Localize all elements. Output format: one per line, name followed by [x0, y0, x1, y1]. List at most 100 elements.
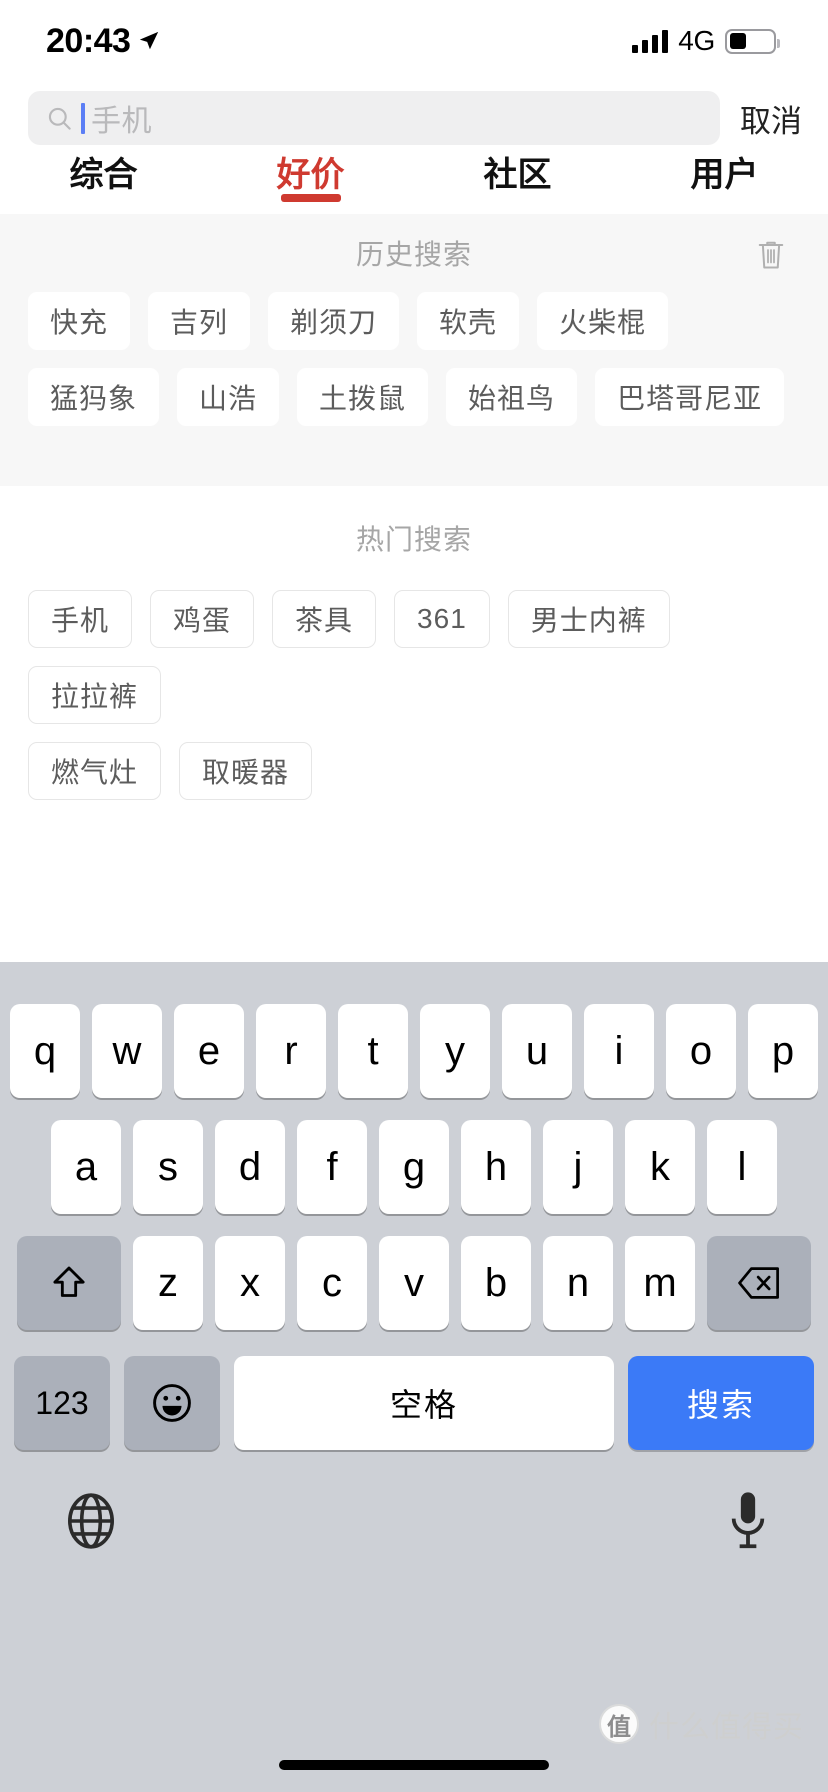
- tab-label: 综合: [69, 156, 138, 194]
- tab-label: 用户: [690, 156, 759, 194]
- key-k[interactable]: k: [625, 1120, 695, 1214]
- status-time: 20:43: [46, 21, 131, 60]
- key-u[interactable]: u: [502, 1004, 572, 1098]
- network-type-label: 4G: [678, 25, 715, 56]
- search-key[interactable]: 搜索: [628, 1356, 814, 1450]
- hot-tag[interactable]: 鸡蛋: [150, 590, 255, 648]
- search-bar: 手机 取消: [0, 82, 828, 154]
- tab-community[interactable]: 社区: [414, 154, 621, 196]
- keyboard-row-4: 123 空格 搜索: [0, 1330, 828, 1450]
- status-bar-left: 20:43: [46, 22, 160, 61]
- tab-underline: [488, 194, 548, 202]
- key-t[interactable]: t: [338, 1004, 408, 1098]
- history-tag[interactable]: 猛犸象: [28, 368, 160, 426]
- key-l[interactable]: l: [707, 1120, 777, 1214]
- space-key[interactable]: 空格: [234, 1356, 614, 1450]
- hot-tag[interactable]: 拉拉裤: [28, 666, 162, 724]
- hot-search-section: 热门搜索 手机 鸡蛋 茶具 361 男士内裤 拉拉裤 燃气灶 取暖器: [0, 486, 828, 818]
- hot-tag[interactable]: 燃气灶: [28, 742, 162, 800]
- keyboard-row-2: a s d f g h j k l: [0, 1098, 828, 1214]
- history-tag[interactable]: 快充: [28, 292, 131, 350]
- key-p[interactable]: p: [748, 1004, 818, 1098]
- key-a[interactable]: a: [51, 1120, 121, 1214]
- signal-bars-icon: [632, 29, 669, 53]
- key-h[interactable]: h: [461, 1120, 531, 1214]
- key-b[interactable]: b: [461, 1236, 531, 1330]
- numbers-key[interactable]: 123: [14, 1356, 110, 1450]
- history-search-section: 历史搜索 快充 吉列 剃须刀 软壳 火柴棍 猛犸象 山浩 土拨鼠 始祖鸟 巴塔哥…: [0, 214, 828, 486]
- status-bar-right: 4G: [632, 25, 780, 57]
- history-tag[interactable]: 始祖鸟: [446, 368, 578, 426]
- text-caret: [81, 102, 85, 134]
- tab-comprehensive[interactable]: 综合: [0, 154, 207, 196]
- search-input[interactable]: 手机: [28, 91, 720, 145]
- home-indicator[interactable]: [279, 1760, 549, 1770]
- tab-underline-active: [280, 194, 341, 202]
- tab-underline: [695, 194, 755, 202]
- battery-icon: [725, 28, 780, 54]
- key-r[interactable]: r: [256, 1004, 326, 1098]
- history-tag[interactable]: 软壳: [417, 292, 520, 350]
- keyboard-row-3: z x c v b n m: [0, 1214, 828, 1330]
- key-q[interactable]: q: [10, 1004, 80, 1098]
- hot-tag-row-1: 手机 鸡蛋 茶具 361 男士内裤 拉拉裤: [0, 590, 828, 724]
- hot-tag[interactable]: 茶具: [272, 590, 377, 648]
- keyboard-bottom-row: [0, 1450, 828, 1552]
- key-v[interactable]: v: [379, 1236, 449, 1330]
- key-e[interactable]: e: [174, 1004, 244, 1098]
- watermark: 值 什么值得买: [599, 1702, 804, 1746]
- history-tag[interactable]: 山浩: [177, 368, 280, 426]
- app-screen: 20:43 4G 手机 取消 综合 好价 社区 用户 历史搜索 快充 吉列 剃须…: [0, 0, 828, 1792]
- hot-tag[interactable]: 取暖器: [179, 742, 313, 800]
- hot-header: 热门搜索: [0, 486, 828, 590]
- tab-users[interactable]: 用户: [621, 154, 828, 196]
- key-c[interactable]: c: [297, 1236, 367, 1330]
- tab-label: 社区: [483, 156, 552, 194]
- shift-icon: [53, 1266, 85, 1297]
- key-s[interactable]: s: [133, 1120, 203, 1214]
- tab-underline: [74, 194, 134, 202]
- watermark-text: 什么值得买: [649, 1711, 804, 1744]
- key-d[interactable]: d: [215, 1120, 285, 1214]
- history-tag-row-2: 猛犸象 山浩 土拨鼠 始祖鸟 巴塔哥尼亚: [0, 368, 828, 426]
- history-header: 历史搜索: [0, 214, 828, 292]
- history-tag[interactable]: 巴塔哥尼亚: [595, 368, 785, 426]
- history-tag-row-1: 快充 吉列 剃须刀 软壳 火柴棍: [0, 292, 828, 350]
- tab-bar: 综合 好价 社区 用户: [0, 154, 828, 214]
- backspace-key[interactable]: [707, 1236, 811, 1330]
- key-g[interactable]: g: [379, 1120, 449, 1214]
- trash-icon[interactable]: [756, 238, 786, 272]
- hot-tag[interactable]: 361: [394, 590, 490, 648]
- status-bar: 20:43 4G: [0, 0, 828, 82]
- shift-key[interactable]: [17, 1236, 121, 1330]
- key-m[interactable]: m: [625, 1236, 695, 1330]
- cancel-button[interactable]: 取消: [736, 96, 806, 141]
- hot-tag[interactable]: 男士内裤: [507, 590, 670, 648]
- backspace-icon: [738, 1267, 779, 1299]
- on-screen-keyboard: q w e r t y u i o p a s d f g h j k l z …: [0, 962, 828, 1792]
- key-o[interactable]: o: [666, 1004, 736, 1098]
- key-x[interactable]: x: [215, 1236, 285, 1330]
- key-w[interactable]: w: [92, 1004, 162, 1098]
- emoji-key[interactable]: [124, 1356, 220, 1450]
- search-icon: [48, 107, 71, 130]
- key-f[interactable]: f: [297, 1120, 367, 1214]
- key-j[interactable]: j: [543, 1120, 613, 1214]
- hot-tag-row-2: 燃气灶 取暖器: [0, 742, 828, 800]
- history-tag[interactable]: 吉列: [148, 292, 251, 350]
- watermark-logo: 值: [599, 1704, 639, 1744]
- tab-good-price[interactable]: 好价: [207, 154, 414, 202]
- history-tag[interactable]: 火柴棍: [537, 292, 669, 350]
- microphone-icon[interactable]: [728, 1490, 768, 1552]
- location-arrow-icon: [140, 31, 159, 50]
- key-z[interactable]: z: [133, 1236, 203, 1330]
- history-tag[interactable]: 剃须刀: [268, 292, 400, 350]
- key-i[interactable]: i: [584, 1004, 654, 1098]
- globe-icon[interactable]: [60, 1490, 122, 1552]
- history-tag[interactable]: 土拨鼠: [297, 368, 429, 426]
- hot-tag[interactable]: 手机: [28, 590, 133, 648]
- key-n[interactable]: n: [543, 1236, 613, 1330]
- hot-title: 热门搜索: [355, 524, 472, 555]
- key-y[interactable]: y: [420, 1004, 490, 1098]
- keyboard-row-1: q w e r t y u i o p: [0, 962, 828, 1098]
